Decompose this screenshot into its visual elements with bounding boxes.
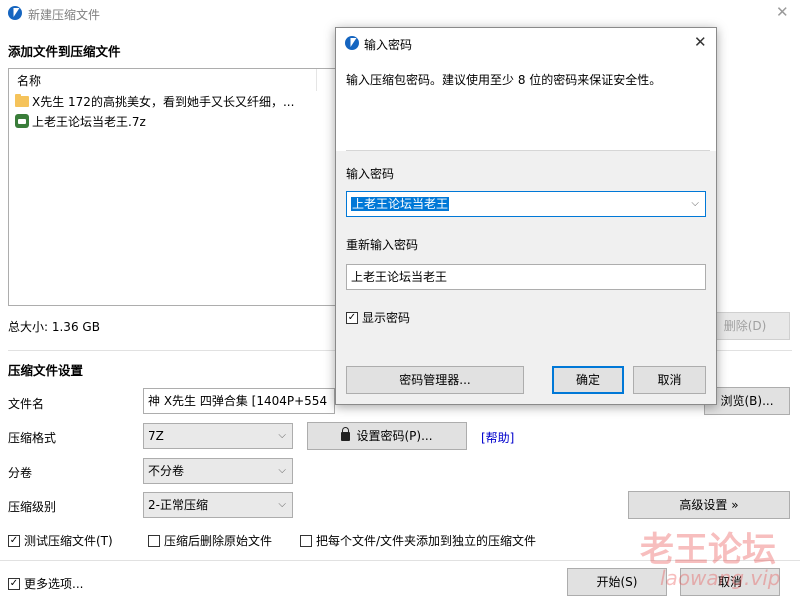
app-title: 新建压缩文件 <box>28 8 101 22</box>
test-archive-option[interactable]: 测试压缩文件(T) <box>8 532 113 549</box>
test-archive-checkbox[interactable] <box>8 535 20 547</box>
delete-after-checkbox[interactable] <box>148 535 160 547</box>
file-list[interactable]: 名称 X先生 172的高挑美女，看到她手又长又纤细，... 上老王论坛当老王.7… <box>8 68 336 306</box>
level-label: 压缩级别 <box>8 500 57 514</box>
more-options-label: 更多选项... <box>24 577 84 591</box>
settings-heading: 压缩文件设置 <box>8 363 84 378</box>
chevron-down-icon[interactable]: ⌵ <box>691 192 699 216</box>
show-password-label: 显示密码 <box>362 311 411 325</box>
total-size: 总大小: 1.36 GB <box>8 320 100 334</box>
format-label: 压缩格式 <box>8 431 57 445</box>
level-select[interactable]: 2-正常压缩 ⌵ <box>143 492 293 518</box>
watermark-url: laowang.vip <box>660 566 781 590</box>
delete-after-label: 压缩后删除原始文件 <box>164 534 273 548</box>
show-password-option[interactable]: 显示密码 <box>346 309 410 326</box>
delete-after-option[interactable]: 压缩后删除原始文件 <box>148 532 272 549</box>
app-logo-icon <box>8 6 22 20</box>
add-files-heading: 添加文件到压缩文件 <box>8 44 121 59</box>
password-label: 输入密码 <box>346 167 395 181</box>
repeat-password-input[interactable]: 上老王论坛当老王 <box>346 264 706 290</box>
start-button[interactable]: 开始(S) <box>567 568 667 596</box>
separate-archives-option[interactable]: 把每个文件/文件夹添加到独立的压缩文件 <box>300 532 536 549</box>
set-password-label: 设置密码(P)... <box>356 429 433 443</box>
dialog-divider <box>346 150 710 151</box>
password-manager-button[interactable]: 密码管理器... <box>346 366 524 394</box>
set-password-button[interactable]: 设置密码(P)... <box>307 422 467 450</box>
test-archive-label: 测试压缩文件(T) <box>24 534 113 548</box>
volume-select-value: 不分卷 <box>148 464 185 478</box>
watermark-title: 老王论坛 <box>640 530 776 570</box>
column-header-label: 名称 <box>17 74 42 88</box>
folder-icon <box>15 94 29 107</box>
dialog-description-area: 输入压缩包密码。建议使用至少 8 位的密码来保证安全性。 <box>336 58 716 151</box>
ok-button[interactable]: 确定 <box>552 366 624 394</box>
advanced-settings-button[interactable]: 高级设置 » <box>628 491 790 519</box>
column-header-name[interactable]: 名称 <box>9 69 317 91</box>
list-item[interactable]: X先生 172的高挑美女，看到她手又长又纤细，... <box>15 93 330 113</box>
password-dialog: 输入密码 ✕ 输入压缩包密码。建议使用至少 8 位的密码来保证安全性。 输入密码… <box>335 27 717 405</box>
archive-icon <box>15 114 29 128</box>
separate-archives-checkbox[interactable] <box>300 535 312 547</box>
list-item-label: X先生 172的高挑美女，看到她手又长又纤细，... <box>32 95 295 109</box>
show-password-checkbox[interactable] <box>346 312 358 324</box>
filename-input[interactable]: 神 X先生 四弹合集 [1404P+554 <box>143 388 335 414</box>
separate-archives-label: 把每个文件/文件夹添加到独立的压缩文件 <box>316 534 537 548</box>
help-link[interactable]: [帮助] <box>481 429 514 446</box>
volume-select[interactable]: 不分卷 ⌵ <box>143 458 293 484</box>
more-options-checkbox[interactable] <box>8 578 20 590</box>
lock-icon <box>341 427 351 441</box>
chevron-down-icon: ⌵ <box>278 499 286 510</box>
dialog-description: 输入压缩包密码。建议使用至少 8 位的密码来保证安全性。 <box>346 73 662 87</box>
repeat-password-label: 重新输入密码 <box>346 238 419 252</box>
format-select-value: 7Z <box>148 429 164 443</box>
filename-label: 文件名 <box>8 397 45 411</box>
password-input-value: 上老王论坛当老王 <box>351 197 450 211</box>
chevron-down-icon: ⌵ <box>278 430 286 441</box>
app-titlebar: 新建压缩文件 ✕ <box>0 0 800 28</box>
level-select-value: 2-正常压缩 <box>148 498 208 512</box>
list-item-label: 上老王论坛当老王.7z <box>32 115 146 129</box>
chevron-down-icon: ⌵ <box>278 465 286 476</box>
more-options-option[interactable]: 更多选项... <box>8 575 83 592</box>
dialog-title: 输入密码 <box>364 38 413 52</box>
list-item[interactable]: 上老王论坛当老王.7z <box>15 113 330 133</box>
dialog-titlebar: 输入密码 ✕ <box>336 28 716 58</box>
volume-label: 分卷 <box>8 466 33 480</box>
app-logo-icon <box>345 36 359 50</box>
password-input[interactable]: 上老王论坛当老王 ⌵ <box>346 191 706 217</box>
format-select[interactable]: 7Z ⌵ <box>143 423 293 449</box>
dialog-close-icon[interactable]: ✕ <box>694 35 707 50</box>
dialog-cancel-button[interactable]: 取消 <box>633 366 706 394</box>
close-icon[interactable]: ✕ <box>776 5 789 20</box>
